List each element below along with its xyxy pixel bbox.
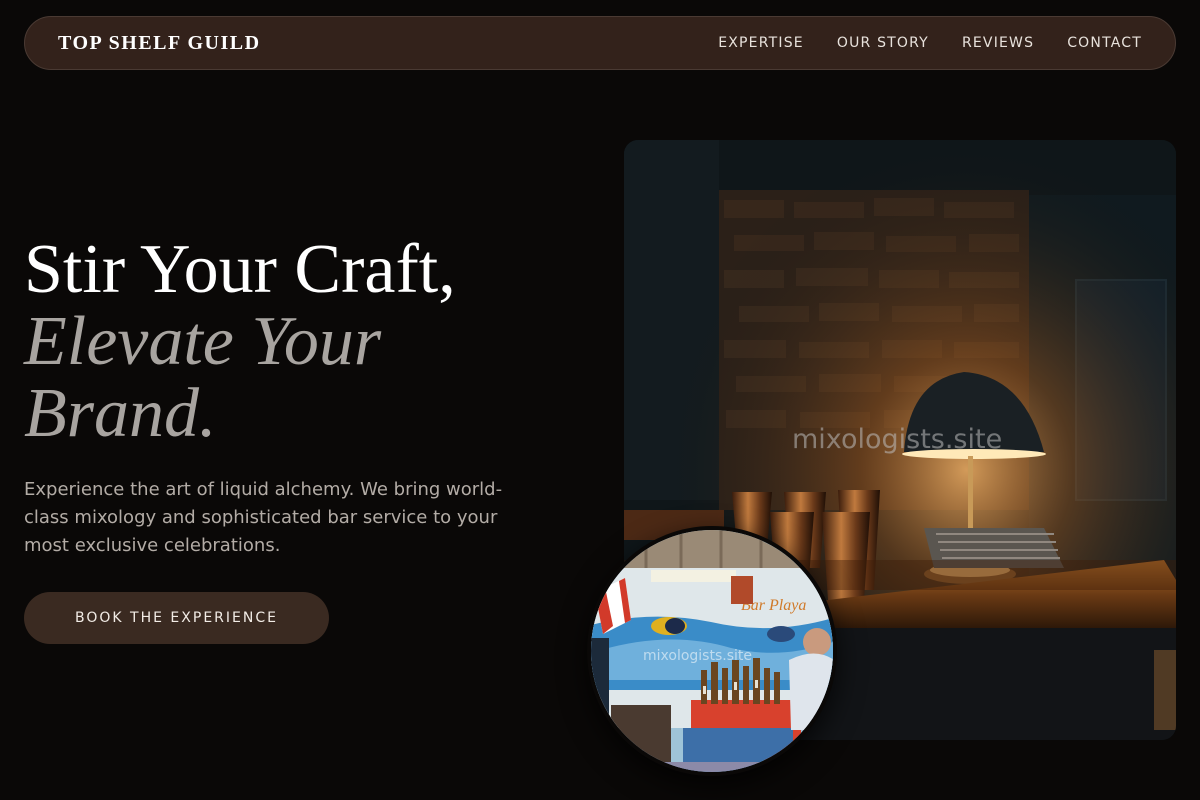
hero-title: Stir Your Craft, Elevate Your Brand. <box>24 234 584 450</box>
hero-title-accent: Elevate Your Brand. <box>24 303 382 452</box>
hero-subtitle: Experience the art of liquid alchemy. We… <box>24 479 503 556</box>
brand-logo[interactable]: TOP SHELF GUILD <box>58 32 261 55</box>
nav-links: EXPERTISE OUR STORY REVIEWS CONTACT <box>718 35 1142 51</box>
top-navbar: TOP SHELF GUILD EXPERTISE OUR STORY REVI… <box>24 16 1176 70</box>
beach-bar-inset-image: Bar Playa mixologists.site <box>587 526 837 776</box>
nav-link-contact[interactable]: CONTACT <box>1067 35 1142 51</box>
nav-link-reviews[interactable]: REVIEWS <box>962 35 1034 51</box>
nav-link-expertise[interactable]: EXPERTISE <box>718 35 804 51</box>
nav-link-our-story[interactable]: OUR STORY <box>837 35 929 51</box>
inset-watermark: mixologists.site <box>643 648 752 664</box>
hero-title-line1: Stir Your Craft, <box>24 231 456 308</box>
book-experience-button[interactable]: BOOK THE EXPERIENCE <box>24 592 329 644</box>
